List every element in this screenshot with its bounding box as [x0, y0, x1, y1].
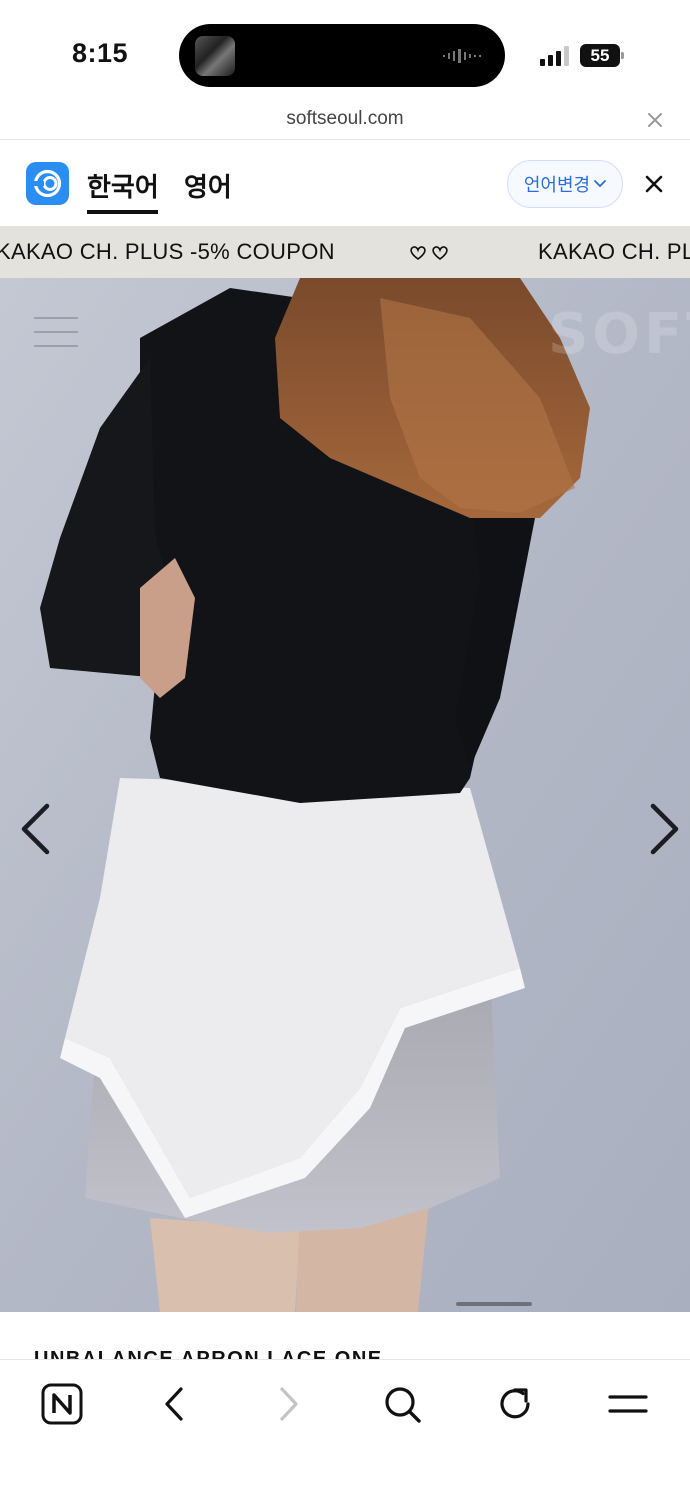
back-icon[interactable] [153, 1382, 197, 1426]
battery-icon: 55 [580, 44, 624, 67]
promo-banner[interactable]: KAKAO CH. PLUS -5% COUPON KAKAO CH. PL [0, 226, 690, 278]
tab-selected-indicator [87, 210, 158, 214]
search-icon[interactable] [380, 1382, 424, 1426]
url-text[interactable]: softseoul.com [0, 108, 690, 130]
forward-icon [280, 1387, 298, 1421]
battery-level: 55 [580, 44, 620, 67]
chevron-left-icon[interactable] [18, 802, 52, 856]
banner-text: KAKAO CH. PLUS -5% COUPON [0, 239, 335, 264]
tab-english[interactable]: 영어 [184, 167, 232, 204]
tab-korean[interactable]: 한국어 [87, 167, 159, 204]
hamburger-menu-icon[interactable] [34, 316, 78, 348]
product-image-carousel[interactable]: SOFT [0, 278, 690, 1312]
slide-indicator [456, 1302, 532, 1306]
hearts-icon [410, 246, 448, 260]
chevron-right-icon[interactable] [648, 802, 682, 856]
menu-icon[interactable] [606, 1382, 650, 1426]
status-time: 8:15 [72, 38, 129, 68]
translate-logo-icon [26, 162, 69, 205]
chevron-down-icon [594, 180, 607, 187]
audio-wave-icon [443, 49, 481, 63]
change-language-button[interactable]: 언어변경 [507, 160, 623, 208]
close-icon[interactable] [644, 174, 664, 194]
now-playing-art [195, 36, 235, 76]
close-icon[interactable] [646, 111, 664, 129]
url-bar[interactable]: softseoul.com [0, 100, 690, 140]
browser-toolbar [0, 1359, 690, 1500]
product-info: UNBALANCE APRON LACE ONE [0, 1312, 690, 1359]
dynamic-island[interactable] [179, 24, 505, 87]
translate-bar: 한국어 영어 언어변경 [0, 141, 690, 226]
refresh-icon[interactable] [493, 1382, 537, 1426]
naver-n-icon[interactable] [40, 1382, 84, 1426]
banner-text: KAKAO CH. PL [538, 239, 690, 264]
product-title: UNBALANCE APRON LACE ONE [34, 1348, 383, 1359]
change-language-label: 언어변경 [523, 175, 591, 195]
signal-icon [540, 46, 569, 66]
brand-logo[interactable]: SOFT [548, 302, 690, 367]
status-bar: 8:15 55 [0, 0, 690, 100]
product-photo [0, 278, 690, 1312]
